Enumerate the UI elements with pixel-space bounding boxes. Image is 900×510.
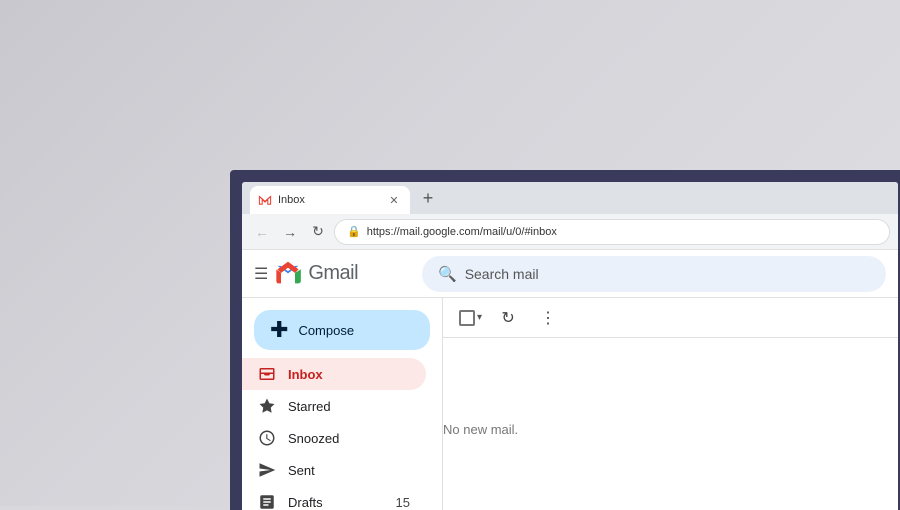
- lock-icon: 🔒: [347, 225, 361, 238]
- clock-icon: [258, 429, 276, 447]
- gmail-app: ☰ Gmail 🔍 Search mail: [242, 250, 898, 510]
- email-toolbar: ▾ ↻ ⋮: [443, 298, 898, 338]
- monitor-bezel: Inbox ✕ + ← → ↻ 🔒 https://mail.google.co…: [230, 170, 900, 510]
- url-text: https://mail.google.com/mail/u/0/#inbox: [367, 226, 557, 238]
- new-tab-button[interactable]: +: [414, 184, 442, 212]
- sidebar-item-snoozed-label: Snoozed: [288, 431, 410, 446]
- search-icon: 🔍: [438, 265, 457, 283]
- select-dropdown-icon[interactable]: ▾: [477, 312, 482, 323]
- browser-window: Inbox ✕ + ← → ↻ 🔒 https://mail.google.co…: [242, 182, 898, 510]
- forward-button[interactable]: →: [278, 220, 302, 244]
- url-bar[interactable]: 🔒 https://mail.google.com/mail/u/0/#inbo…: [334, 219, 890, 245]
- search-bar[interactable]: 🔍 Search mail: [422, 256, 886, 292]
- sidebar-item-sent[interactable]: Sent: [242, 454, 426, 486]
- tab-title: Inbox: [278, 194, 380, 206]
- sidebar-item-drafts[interactable]: Drafts 15: [242, 486, 426, 510]
- draft-icon: [258, 493, 276, 510]
- nav-items: InboxStarredSnoozedSentDrafts15Clients: [242, 358, 442, 510]
- sidebar-item-starred[interactable]: Starred: [242, 390, 426, 422]
- sidebar-item-sent-label: Sent: [288, 463, 410, 478]
- address-bar: ← → ↻ 🔒 https://mail.google.com/mail/u/0…: [242, 214, 898, 250]
- sidebar-item-inbox-label: Inbox: [288, 367, 410, 382]
- compose-button[interactable]: ✚ Compose: [254, 310, 430, 350]
- refresh-button[interactable]: ↻: [494, 304, 522, 332]
- browser-tab[interactable]: Inbox ✕: [250, 186, 410, 214]
- hamburger-icon[interactable]: ☰: [254, 264, 268, 284]
- content-area: ✚ Compose Inbox Starred Snoozed Sent Drafts 1…: [242, 298, 898, 510]
- gmail-logo-area: ☰ Gmail: [254, 260, 414, 288]
- compose-plus-icon: ✚: [270, 317, 288, 343]
- tab-close-button[interactable]: ✕: [386, 192, 402, 208]
- sidebar-item-starred-label: Starred: [288, 399, 410, 414]
- sidebar-item-inbox[interactable]: Inbox: [242, 358, 426, 390]
- main-email-area: ▾ ↻ ⋮ No new mail.: [442, 298, 898, 510]
- sidebar-item-drafts-count: 15: [396, 495, 410, 510]
- star-icon: [258, 397, 276, 415]
- gmail-logo-text: Gmail: [308, 262, 358, 285]
- tab-bar: Inbox ✕ +: [242, 182, 898, 214]
- back-button[interactable]: ←: [250, 220, 274, 244]
- reload-button[interactable]: ↻: [306, 220, 330, 244]
- sidebar: ✚ Compose Inbox Starred Snoozed Sent Drafts 1…: [242, 298, 442, 510]
- compose-label: Compose: [298, 323, 354, 338]
- sidebar-item-drafts-label: Drafts: [288, 495, 384, 510]
- send-icon: [258, 461, 276, 479]
- search-placeholder-text: Search mail: [465, 266, 539, 282]
- sidebar-item-snoozed[interactable]: Snoozed: [242, 422, 426, 454]
- tab-favicon: [258, 193, 272, 207]
- no-new-mail-message: No new mail.: [443, 338, 538, 510]
- gmail-header: ☰ Gmail 🔍 Search mail: [242, 250, 898, 298]
- more-options-button[interactable]: ⋮: [534, 304, 562, 332]
- select-all-checkbox[interactable]: [459, 310, 475, 326]
- select-all-area[interactable]: ▾: [459, 310, 482, 326]
- inbox-icon: [258, 365, 276, 383]
- gmail-logo-icon: [274, 260, 302, 288]
